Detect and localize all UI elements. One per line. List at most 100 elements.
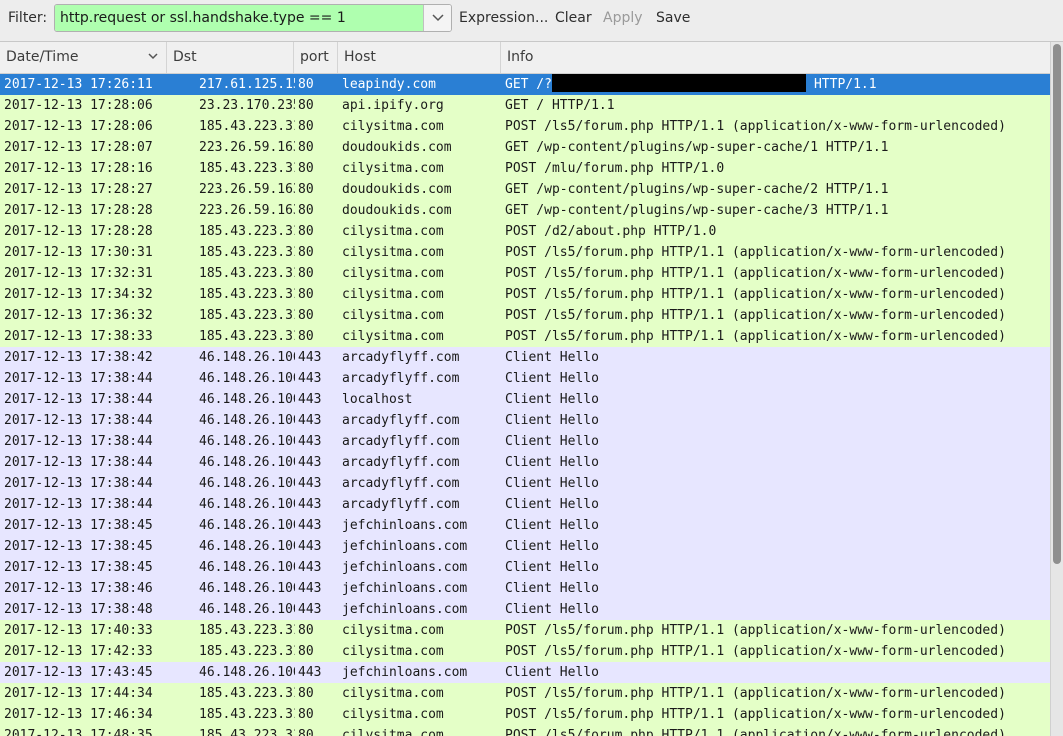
packet-info: Client Hello	[505, 371, 599, 386]
column-header-dst[interactable]: Dst	[167, 42, 294, 73]
column-header-label: Host	[344, 49, 376, 65]
packet-dst: 185.43.223.31	[199, 287, 295, 302]
packet-datetime: 2017-12-13 17:42:33	[4, 644, 153, 659]
filter-combobox[interactable]	[54, 4, 452, 32]
packet-datetime: 2017-12-13 17:38:44	[4, 455, 153, 470]
packet-info: POST /ls5/forum.php HTTP/1.1 (applicatio…	[505, 686, 1006, 701]
vertical-scrollbar[interactable]	[1050, 42, 1063, 736]
packet-row[interactable]: 2017-12-13 17:38:44 46.148.26.106 443 arcad…	[0, 431, 1050, 452]
packet-list[interactable]: Date/Time Dst port Host Info 2017-12-13 …	[0, 42, 1050, 736]
packet-port: 80	[298, 308, 314, 323]
column-header-datetime[interactable]: Date/Time	[0, 42, 167, 73]
packet-row[interactable]: 2017-12-13 17:34:32 185.43.223.31 80 cilysi…	[0, 284, 1050, 305]
packet-host: jefchinloans.com	[342, 665, 468, 680]
column-header-port[interactable]: port	[294, 42, 338, 73]
packet-row[interactable]: 2017-12-13 17:48:35 185.43.223.31 80 cilysi…	[0, 725, 1050, 736]
packet-host: leapindy.com	[342, 77, 436, 92]
packet-info: Client Hello	[505, 539, 599, 554]
packet-port: 443	[298, 560, 322, 575]
packet-dst: 46.148.26.106	[199, 476, 295, 491]
scrollbar-thumb[interactable]	[1053, 44, 1061, 564]
packet-host: localhost	[342, 392, 413, 407]
packet-port: 80	[298, 77, 314, 92]
packet-datetime: 2017-12-13 17:32:31	[4, 266, 153, 281]
packet-row-selected[interactable]: 2017-12-13 17:26:11 217.61.125.15180 leapi…	[0, 74, 1050, 95]
filter-input[interactable]	[55, 5, 425, 31]
packet-dst: 185.43.223.31	[199, 707, 295, 722]
packet-row[interactable]: 2017-12-13 17:38:45 46.148.26.106 443 jefch…	[0, 557, 1050, 578]
packet-host: cilysitma.com	[342, 245, 444, 260]
packet-row[interactable]: 2017-12-13 17:38:42 46.148.26.106 443 arcad…	[0, 347, 1050, 368]
packet-row[interactable]: 2017-12-13 17:38:44 46.148.26.106 443 arcad…	[0, 494, 1050, 515]
clear-button[interactable]: Clear	[555, 10, 592, 26]
packet-datetime: 2017-12-13 17:38:48	[4, 602, 153, 617]
packet-row[interactable]: 2017-12-13 17:38:44 46.148.26.106 443 arcad…	[0, 368, 1050, 389]
packet-host: cilysitma.com	[342, 161, 444, 176]
packet-port: 443	[298, 539, 322, 554]
packet-datetime: 2017-12-13 17:38:44	[4, 476, 153, 491]
packet-host: jefchinloans.com	[342, 602, 468, 617]
sort-descending-icon	[148, 53, 158, 60]
packet-datetime: 2017-12-13 17:38:44	[4, 497, 153, 512]
packet-datetime: 2017-12-13 17:28:16	[4, 161, 153, 176]
packet-row[interactable]: 2017-12-13 17:28:06 23.23.170.235 80 api.ip…	[0, 95, 1050, 116]
packet-datetime: 2017-12-13 17:26:11	[4, 77, 153, 92]
packet-dst: 46.148.26.106	[199, 350, 295, 365]
packet-row[interactable]: 2017-12-13 17:28:07 223.26.59.163 80 doudou…	[0, 137, 1050, 158]
packet-dst: 217.61.125.151	[199, 77, 295, 92]
packet-row[interactable]: 2017-12-13 17:30:31 185.43.223.31 80 cilysi…	[0, 242, 1050, 263]
packet-info: Client Hello	[505, 518, 599, 533]
packet-datetime: 2017-12-13 17:28:28	[4, 203, 153, 218]
column-header-label: port	[300, 49, 329, 65]
packet-dst: 46.148.26.106	[199, 455, 295, 470]
packet-row[interactable]: 2017-12-13 17:44:34 185.43.223.31 80 cilysi…	[0, 683, 1050, 704]
packet-host: arcadyflyff.com	[342, 350, 460, 365]
packet-port: 80	[298, 266, 314, 281]
packet-row[interactable]: 2017-12-13 17:28:27 223.26.59.163 80 doudou…	[0, 179, 1050, 200]
packet-row[interactable]: 2017-12-13 17:38:48 46.148.26.106 443 jefch…	[0, 599, 1050, 620]
expression-button[interactable]: Expression...	[459, 10, 548, 26]
packet-row[interactable]: 2017-12-13 17:40:33 185.43.223.31 80 cilysi…	[0, 620, 1050, 641]
packet-row[interactable]: 2017-12-13 17:28:06 185.43.223.31 80 cilysi…	[0, 116, 1050, 137]
column-header-info[interactable]: Info	[501, 42, 1050, 73]
packet-row[interactable]: 2017-12-13 17:42:33 185.43.223.31 80 cilysi…	[0, 641, 1050, 662]
packet-row[interactable]: 2017-12-13 17:28:28 223.26.59.163 80 doudou…	[0, 200, 1050, 221]
packet-row[interactable]: 2017-12-13 17:32:31 185.43.223.31 80 cilysi…	[0, 263, 1050, 284]
packet-info: Client Hello	[505, 581, 599, 596]
apply-button[interactable]: Apply	[603, 10, 643, 26]
packet-port: 443	[298, 497, 322, 512]
packet-port: 443	[298, 350, 322, 365]
packet-row[interactable]: 2017-12-13 17:38:44 46.148.26.106 443 local…	[0, 389, 1050, 410]
packet-datetime: 2017-12-13 17:38:44	[4, 371, 153, 386]
packet-host: cilysitma.com	[342, 707, 444, 722]
packet-datetime: 2017-12-13 17:46:34	[4, 707, 153, 722]
packet-dst: 185.43.223.31	[199, 644, 295, 659]
packet-row[interactable]: 2017-12-13 17:38:46 46.148.26.106 443 jefch…	[0, 578, 1050, 599]
column-header-label: Date/Time	[6, 49, 79, 65]
packet-row[interactable]: 2017-12-13 17:38:44 46.148.26.106 443 arcad…	[0, 473, 1050, 494]
packet-row[interactable]: 2017-12-13 17:43:45 46.148.26.106 443 jefch…	[0, 662, 1050, 683]
packet-dst: 46.148.26.106	[199, 413, 295, 428]
packet-row[interactable]: 2017-12-13 17:38:33 185.43.223.31 80 cilysi…	[0, 326, 1050, 347]
packet-row[interactable]: 2017-12-13 17:38:45 46.148.26.106 443 jefch…	[0, 536, 1050, 557]
packet-host: cilysitma.com	[342, 287, 444, 302]
save-button[interactable]: Save	[656, 10, 690, 26]
packet-row[interactable]: 2017-12-13 17:28:28 185.43.223.31 80 cilysi…	[0, 221, 1050, 242]
column-header-host[interactable]: Host	[338, 42, 501, 73]
packet-row[interactable]: 2017-12-13 17:36:32 185.43.223.31 80 cilysi…	[0, 305, 1050, 326]
packet-host: doudoukids.com	[342, 203, 452, 218]
packet-port: 443	[298, 665, 322, 680]
packet-row[interactable]: 2017-12-13 17:38:44 46.148.26.106 443 arcad…	[0, 452, 1050, 473]
packet-info: GET /wp-content/plugins/wp-super-cache/1…	[505, 140, 889, 155]
packet-info: Client Hello	[505, 455, 599, 470]
packet-row[interactable]: 2017-12-13 17:28:16 185.43.223.31 80 cilysi…	[0, 158, 1050, 179]
packet-dst: 185.43.223.31	[199, 308, 295, 323]
packet-row[interactable]: 2017-12-13 17:46:34 185.43.223.31 80 cilysi…	[0, 704, 1050, 725]
packet-datetime: 2017-12-13 17:38:45	[4, 539, 153, 554]
packet-host: cilysitma.com	[342, 119, 444, 134]
packet-row[interactable]: 2017-12-13 17:38:44 46.148.26.106 443 arcad…	[0, 410, 1050, 431]
packet-datetime: 2017-12-13 17:28:28	[4, 224, 153, 239]
packet-host: arcadyflyff.com	[342, 371, 460, 386]
packet-row[interactable]: 2017-12-13 17:38:45 46.148.26.106 443 jefch…	[0, 515, 1050, 536]
filter-dropdown-button[interactable]	[423, 5, 451, 31]
